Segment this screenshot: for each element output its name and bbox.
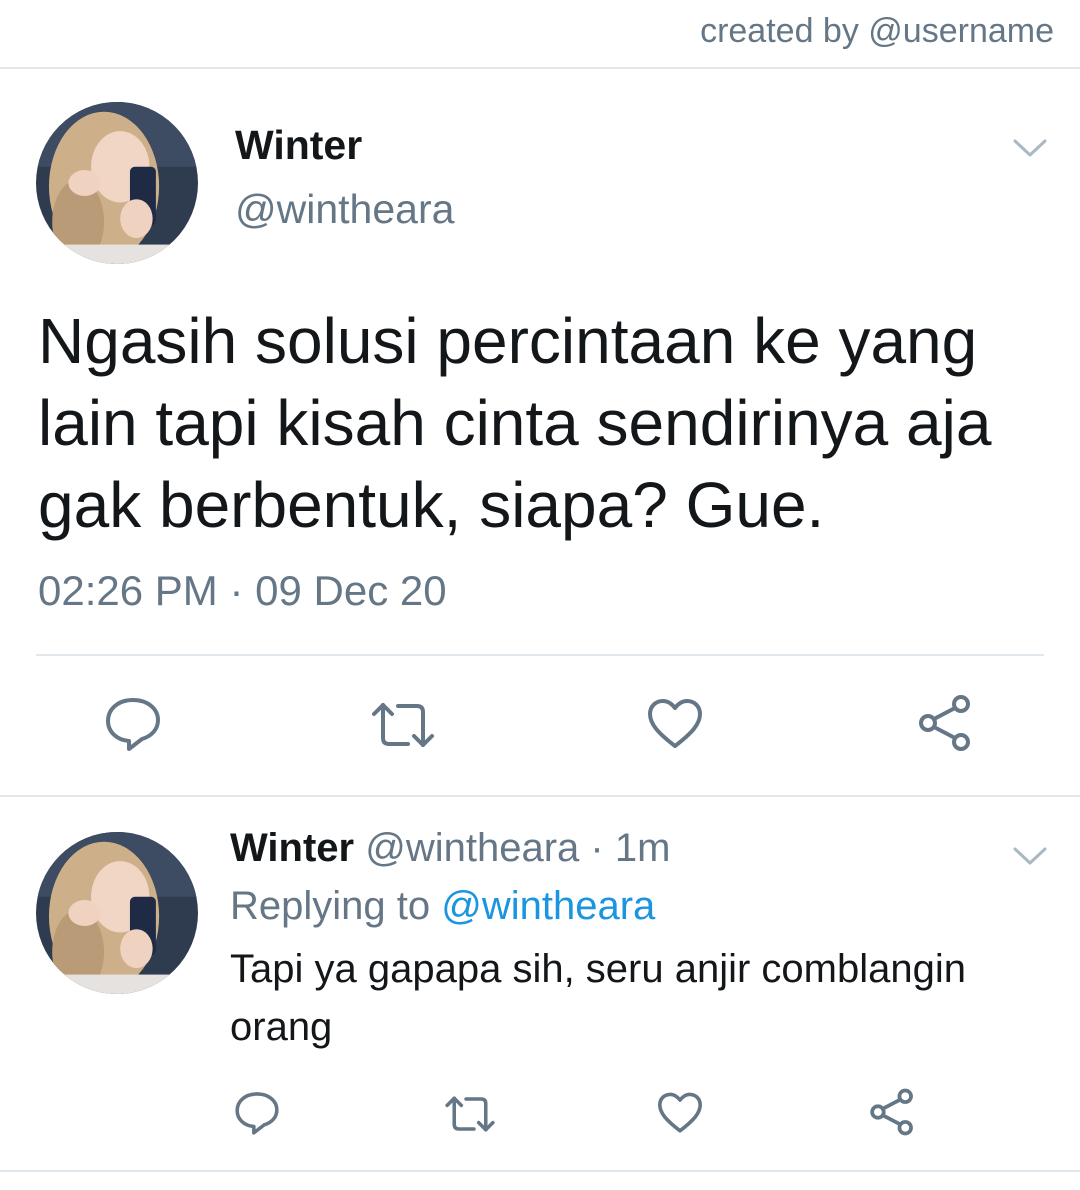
share-icon[interactable] <box>868 1088 916 1136</box>
tweet-timestamp[interactable]: 02:26 PM · 09 Dec 20 <box>38 567 447 615</box>
divider <box>36 654 1044 656</box>
comment-icon[interactable] <box>104 696 162 752</box>
credit-label: created by @username <box>700 12 1054 50</box>
tweet-text: Ngasih solusi percintaan ke yang lain ta… <box>38 305 992 541</box>
divider <box>0 67 1080 69</box>
avatar[interactable] <box>36 102 198 264</box>
heart-icon[interactable] <box>656 1092 704 1134</box>
tweet-date: 09 Dec 20 <box>255 567 447 614</box>
reply-text: Tapi ya gapapa sih, seru anjir comblangi… <box>230 947 966 1049</box>
replying-to: Replying to @wintheara <box>230 884 655 929</box>
divider <box>0 795 1080 797</box>
heart-icon[interactable] <box>646 698 704 750</box>
share-icon[interactable] <box>916 694 974 752</box>
author-handle[interactable]: @wintheara <box>235 186 454 233</box>
reply-age: 1m <box>614 826 671 870</box>
reply-author-handle[interactable]: @wintheara <box>365 826 579 870</box>
tweet-time: 02:26 PM <box>38 567 218 614</box>
reply-header: Winter @wintheara · 1m <box>230 826 670 871</box>
author-name[interactable]: Winter <box>235 122 362 169</box>
chevron-down-icon[interactable] <box>1013 846 1047 866</box>
comment-icon[interactable] <box>234 1090 280 1136</box>
meta-dot: · <box>590 826 604 870</box>
avatar[interactable] <box>36 832 198 994</box>
replying-to-link[interactable]: @wintheara <box>441 884 655 928</box>
divider <box>0 1170 1080 1172</box>
meta-dot: · <box>229 567 244 614</box>
retweet-icon[interactable] <box>444 1094 496 1134</box>
retweet-icon[interactable] <box>370 700 436 750</box>
reply-author-name[interactable]: Winter <box>230 826 354 870</box>
replying-to-label: Replying to <box>230 884 431 928</box>
chevron-down-icon[interactable] <box>1013 138 1047 158</box>
